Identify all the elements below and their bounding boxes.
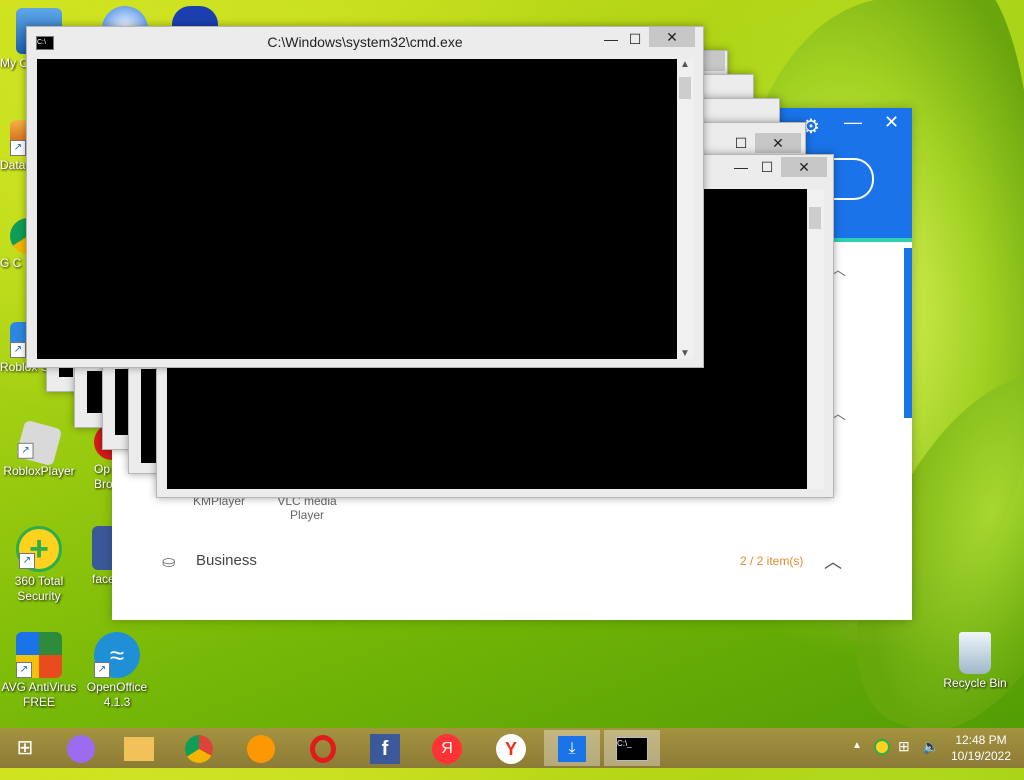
downloader-icon[interactable]: ⤓ — [544, 730, 600, 766]
maximize-button[interactable]: ☐ — [757, 157, 777, 177]
close-icon[interactable]: ✕ — [884, 112, 899, 133]
tray-app-icon[interactable] — [874, 739, 890, 779]
close-button[interactable]: ✕ — [781, 157, 827, 177]
briefcase-icon: ⛀ — [162, 554, 176, 571]
yandex-browser-icon[interactable]: Y — [488, 730, 534, 766]
volume-icon[interactable]: 🔈 — [922, 738, 939, 778]
console-scrollbar[interactable]: ▲ ▼ — [677, 59, 694, 359]
minimize-icon: — — [604, 31, 618, 47]
shortcut-arrow-icon: ↗ — [10, 140, 26, 156]
minimize-icon[interactable]: — — [844, 112, 862, 133]
clock-time: 12:48 PM — [955, 733, 1007, 747]
desktop-icon-avg-antivirus[interactable]: ↗ AVG AntiVirus FREE — [0, 632, 78, 710]
minimize-icon: — — [734, 159, 748, 175]
app-scrollbar[interactable] — [904, 248, 912, 418]
shortcut-arrow-icon: ↗ — [17, 442, 34, 459]
desktop-icon-roblox-player[interactable]: ↗ RobloxPlayer — [0, 419, 78, 479]
clock-date: 10/19/2022 — [950, 749, 1012, 763]
minimize-button[interactable]: — — [731, 157, 751, 177]
maximize-icon: ☐ — [628, 31, 642, 47]
roblox-player-icon: ↗ — [15, 419, 63, 467]
minimize-button[interactable]: — — [601, 29, 621, 49]
section-label: Business — [196, 552, 257, 569]
console-area[interactable] — [87, 371, 103, 413]
openoffice-icon: ≈ ↗ — [94, 632, 140, 678]
network-icon[interactable]: ⊞ — [898, 738, 910, 778]
recycle-bin-icon — [959, 632, 991, 674]
maximize-icon: ☐ — [760, 159, 774, 175]
shortcut-arrow-icon: ↗ — [94, 662, 110, 678]
section-count: 2 / 2 item(s) — [740, 554, 804, 568]
shortcut-arrow-icon: ↗ — [10, 342, 26, 358]
opera-icon[interactable] — [300, 730, 346, 766]
console-area[interactable] — [37, 59, 677, 359]
chevron-up-icon[interactable]: ︿ — [824, 548, 842, 574]
desktop-icon-openoffice[interactable]: ≈ ↗ OpenOffice 4.1.3 — [78, 632, 156, 710]
scroll-thumb[interactable] — [809, 207, 821, 229]
start-icon[interactable]: ⊞ — [2, 730, 48, 766]
maximize-button[interactable]: ☐ — [731, 133, 751, 153]
close-icon: ✕ — [666, 29, 678, 45]
clock[interactable]: 12:48 PM 10/19/2022 — [946, 732, 1016, 772]
avg-icon: ↗ — [16, 632, 62, 678]
file-explorer-icon[interactable] — [116, 730, 162, 766]
close-icon: ✕ — [798, 159, 810, 175]
taskbar: ⊞ f Я Y ⤓ C:\_ ▲ ⊞ 🔈 12:48 PM 10/19/2022 — [0, 728, 1024, 768]
console-scrollbar[interactable] — [807, 189, 824, 489]
cmd-window-front[interactable]: C:\ C:\Windows\system32\cmd.exe — ☐ ✕ ▲ … — [26, 26, 704, 368]
facebook-icon[interactable]: f — [362, 730, 408, 766]
console-area[interactable] — [141, 369, 157, 463]
shield-plus-icon: + ↗ — [16, 526, 62, 572]
yandex-icon[interactable]: Я — [424, 730, 470, 766]
cmd-icon[interactable]: C:\_ — [604, 730, 660, 766]
app-item-label[interactable]: VLC media Player — [272, 494, 342, 522]
desktop-icon-facebook[interactable]: face — [88, 526, 114, 587]
facebook-icon — [92, 526, 114, 570]
close-button[interactable]: ✕ — [755, 133, 801, 153]
chrome-icon[interactable] — [176, 730, 222, 766]
maximize-icon: ☐ — [734, 135, 748, 151]
close-icon: ✕ — [772, 135, 784, 151]
desktop-icon-recycle-bin[interactable]: Recycle Bin — [936, 632, 1014, 691]
scroll-up-icon[interactable]: ▲ — [680, 59, 690, 70]
scroll-thumb[interactable] — [679, 77, 691, 99]
close-button[interactable]: ✕ — [649, 27, 695, 47]
shortcut-arrow-icon: ↗ — [19, 553, 35, 569]
scroll-down-icon[interactable]: ▼ — [680, 348, 690, 359]
tray-expand-icon[interactable]: ▲ — [852, 740, 862, 780]
desktop-icon-360-total-security[interactable]: + ↗ 360 Total Security — [0, 526, 78, 604]
title-bar[interactable]: C:\ C:\Windows\system32\cmd.exe — ☐ ✕ — [27, 27, 703, 57]
browser-icon[interactable] — [238, 730, 284, 766]
assistant-icon[interactable] — [58, 730, 104, 766]
shortcut-arrow-icon: ↗ — [16, 662, 32, 678]
maximize-button[interactable]: ☐ — [625, 29, 645, 49]
